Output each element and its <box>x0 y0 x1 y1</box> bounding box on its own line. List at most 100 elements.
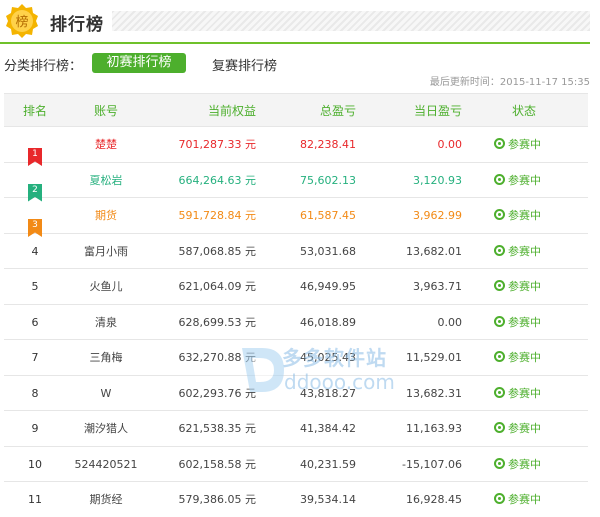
status-label: 参赛中 <box>508 422 541 435</box>
account-cell[interactable]: 富月小雨 <box>66 234 146 269</box>
status-active-icon <box>494 315 505 327</box>
rank-cell: 11 <box>28 493 42 506</box>
last-updated-time: 最后更新时间：2015-11-17 15:35 <box>429 77 590 88</box>
tab-second-round-ranking[interactable]: 复赛排行榜 <box>212 55 277 74</box>
account-cell[interactable]: 楚楚 <box>66 127 146 162</box>
status-active-icon <box>494 493 505 504</box>
status-badge[interactable]: 参赛中 <box>494 315 541 329</box>
total-pnl-cell: 75,602.13 <box>300 173 356 187</box>
rank-cell: 9 <box>31 422 39 435</box>
column-header-account[interactable]: 账号 <box>66 94 146 128</box>
status-label: 参赛中 <box>508 244 541 258</box>
status-badge[interactable]: 参赛中 <box>494 386 541 400</box>
account-cell[interactable]: 524420521 <box>66 447 146 482</box>
total-pnl-cell: 43,818.27 <box>300 386 356 400</box>
column-header-status[interactable]: 状态 <box>494 94 554 128</box>
rank-cell: 10 <box>28 457 42 471</box>
column-header-rank[interactable]: 排名 <box>16 94 54 128</box>
status-label: 参赛中 <box>508 493 541 506</box>
equity-cell: 621,064.09 元 <box>178 280 256 293</box>
tab-preliminary-ranking[interactable]: 初赛排行榜 <box>92 53 186 73</box>
status-active-icon <box>494 209 505 220</box>
category-filter-label: 分类排行榜： <box>4 59 83 74</box>
status-badge[interactable]: 参赛中 <box>494 173 541 187</box>
status-badge[interactable]: 参赛中 <box>494 457 541 471</box>
account-cell[interactable]: 夏松岩 <box>66 163 146 198</box>
status-label: 参赛中 <box>508 209 541 222</box>
status-cell: 参赛中 <box>494 127 554 162</box>
status-label: 参赛中 <box>508 457 541 471</box>
total-pnl-cell: 46,018.89 <box>300 315 356 329</box>
status-cell: 参赛中 <box>494 163 554 198</box>
ranking-table: 排名 账号 当前权益 总盈亏 当日盈亏 状态 1 楚楚 701,287.33 元 82… <box>4 93 588 517</box>
rank-cell: 8 <box>31 386 39 400</box>
status-active-icon <box>494 457 505 469</box>
total-pnl-cell: 61,587.45 <box>300 209 356 222</box>
status-badge[interactable]: 参赛中 <box>494 138 541 151</box>
table-row: 7 三角梅 632,270.88 元 45,025.43 11,529.01 参赛中 <box>4 340 588 376</box>
rank-cell: 5 <box>31 280 39 293</box>
rank-cell: 7 <box>31 351 39 364</box>
status-badge[interactable]: 参赛中 <box>494 351 541 364</box>
daily-pnl-cell: 0.00 <box>437 315 463 329</box>
account-cell[interactable]: 火鱼儿 <box>66 269 146 304</box>
daily-pnl-cell: 0.00 <box>437 138 463 151</box>
status-label: 参赛中 <box>508 280 541 293</box>
status-cell: 参赛中 <box>494 305 554 340</box>
status-cell: 参赛中 <box>494 411 554 446</box>
rank-cell: 4 <box>31 244 39 258</box>
page-header: 榜 排行榜 <box>0 0 600 44</box>
table-row: 1 楚楚 701,287.33 元 82,238.41 0.00 参赛中 <box>4 127 588 166</box>
equity-cell: 621,538.35 元 <box>178 422 256 435</box>
status-cell: 参赛中 <box>494 447 554 482</box>
account-cell[interactable]: 三角梅 <box>66 340 146 375</box>
total-pnl-cell: 82,238.41 <box>300 138 356 151</box>
rank-flag-cell: 3 <box>24 198 46 237</box>
equity-cell: 591,728.84 元 <box>178 209 256 222</box>
status-badge[interactable]: 参赛中 <box>494 422 541 435</box>
table-row: 6 清泉 628,699.53 元 46,018.89 0.00 参赛中 <box>4 305 588 340</box>
total-pnl-cell: 53,031.68 <box>300 244 356 258</box>
table-row: 5 火鱼儿 621,064.09 元 46,949.95 3,963.71 参赛中 <box>4 269 588 305</box>
status-label: 参赛中 <box>508 138 541 151</box>
daily-pnl-cell: 3,963.71 <box>413 280 462 293</box>
equity-cell: 602,293.76 元 <box>178 386 256 400</box>
daily-pnl-cell: 3,120.93 <box>413 173 462 187</box>
account-cell[interactable]: 清泉 <box>66 305 146 340</box>
rank-flag-cell: 2 <box>24 163 46 202</box>
svg-text:榜: 榜 <box>15 14 28 30</box>
account-cell[interactable]: W <box>66 376 146 411</box>
table-row: 4 富月小雨 587,068.85 元 53,031.68 13,682.01 参赛中 <box>4 234 588 269</box>
account-cell[interactable]: 期货经 <box>66 482 146 517</box>
status-badge[interactable]: 参赛中 <box>494 244 541 258</box>
status-active-icon <box>494 280 505 291</box>
table-header: 排名 账号 当前权益 总盈亏 当日盈亏 状态 <box>4 93 588 127</box>
equity-cell: 664,264.63 元 <box>178 173 256 187</box>
equity-cell: 579,386.05 元 <box>178 493 256 506</box>
status-active-icon <box>494 173 505 185</box>
column-header-daily-pnl[interactable]: 当日盈亏 <box>374 94 462 128</box>
column-header-equity[interactable]: 当前权益 <box>154 94 256 128</box>
status-label: 参赛中 <box>508 315 541 329</box>
account-cell[interactable]: 潮汐猎人 <box>66 411 146 446</box>
table-row: 3 期货 591,728.84 元 61,587.45 3,962.99 参赛中 <box>4 198 588 237</box>
status-active-icon <box>494 351 505 362</box>
column-header-total-pnl[interactable]: 总盈亏 <box>274 94 356 128</box>
account-cell[interactable]: 期货 <box>66 198 146 233</box>
total-pnl-cell: 40,231.59 <box>300 457 356 471</box>
status-badge[interactable]: 参赛中 <box>494 493 541 506</box>
status-active-icon <box>494 244 505 256</box>
daily-pnl-cell: -15,107.06 <box>402 457 462 471</box>
header-stripe <box>112 11 590 31</box>
ranking-badge-icon: 榜 <box>6 4 38 38</box>
status-badge[interactable]: 参赛中 <box>494 209 541 222</box>
equity-cell: 632,270.88 元 <box>178 351 256 364</box>
table-body: 1 楚楚 701,287.33 元 82,238.41 0.00 参赛中 2 夏松岩 664,2… <box>4 127 588 517</box>
total-pnl-cell: 46,949.95 <box>300 280 356 293</box>
status-badge[interactable]: 参赛中 <box>494 280 541 293</box>
table-row: 11 期货经 579,386.05 元 39,534.14 16,928.45 参赛中 <box>4 482 588 517</box>
table-row: 9 潮汐猎人 621,538.35 元 41,384.42 11,163.93 参赛中 <box>4 411 588 447</box>
equity-cell: 701,287.33 元 <box>178 138 256 151</box>
status-cell: 参赛中 <box>494 376 554 411</box>
status-label: 参赛中 <box>508 386 541 400</box>
